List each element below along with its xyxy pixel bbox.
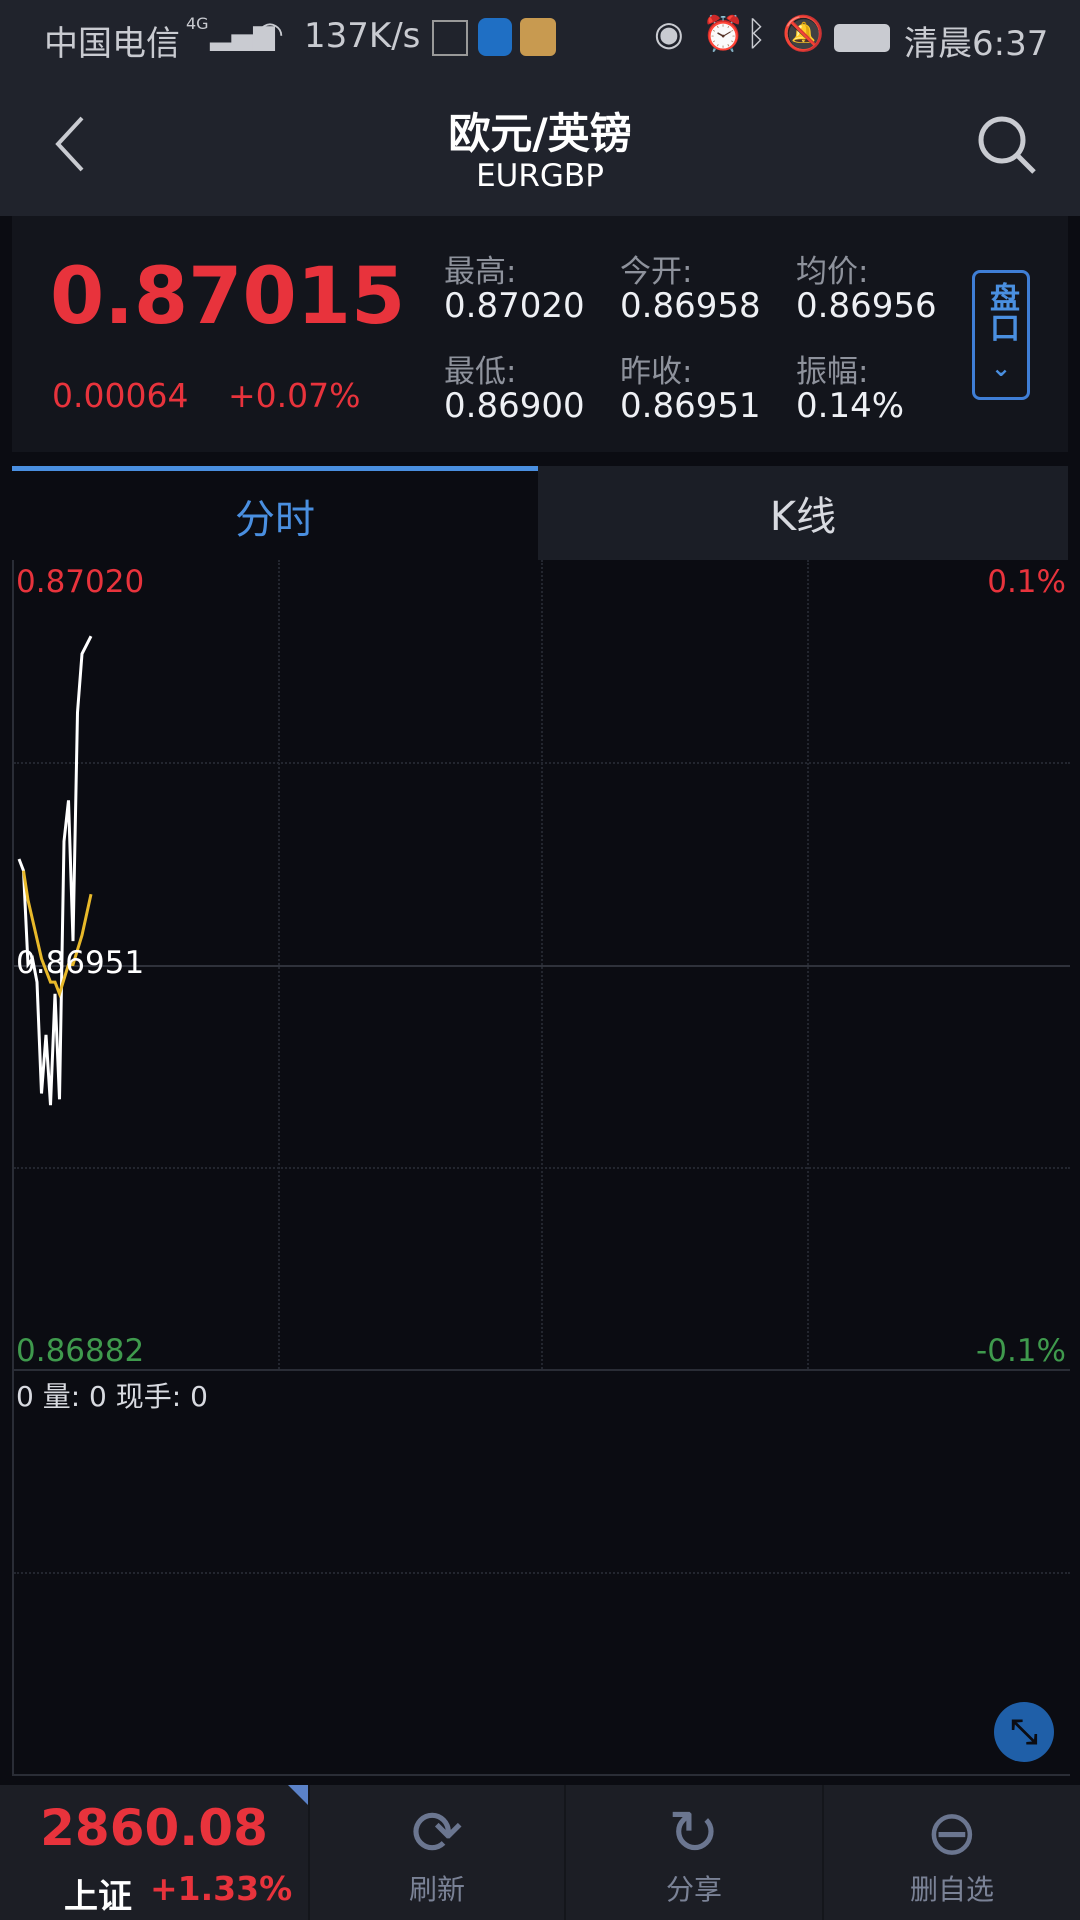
y-tick-mid: 0.86951 bbox=[16, 945, 145, 981]
price-plot bbox=[17, 635, 93, 1106]
fullscreen-icon[interactable]: ⤡ bbox=[994, 1702, 1054, 1762]
alarm-icon: ⏰ bbox=[702, 14, 745, 54]
remove-watchlist-label: 删自选 bbox=[909, 1872, 994, 1906]
stat-value-low: 0.86900 bbox=[444, 386, 585, 426]
order-book-button[interactable]: 盘口 ⌄ bbox=[972, 270, 1030, 400]
search-icon[interactable] bbox=[976, 114, 1040, 178]
tab-intraday[interactable]: 分时 bbox=[12, 466, 538, 560]
y-tick-top: 0.87020 bbox=[16, 564, 145, 600]
battery-icon bbox=[834, 24, 890, 52]
y-tick-bottom: 0.86882 bbox=[16, 1333, 145, 1369]
price-line bbox=[17, 635, 93, 1106]
index-name: 上证 bbox=[64, 1877, 132, 1917]
grid-line bbox=[14, 1572, 1070, 1574]
refresh-label: 刷新 bbox=[408, 1872, 465, 1906]
remove-icon: ⊖ bbox=[926, 1795, 978, 1869]
stat-value-amplitude: 0.14% bbox=[796, 386, 905, 426]
app-icon bbox=[520, 18, 556, 56]
symbol-code: EURGBP bbox=[476, 158, 604, 194]
stat-label-prev-close: 昨收: bbox=[620, 354, 693, 390]
refresh-icon: ⟳ bbox=[411, 1795, 463, 1869]
header: 欧元/英镑 EURGBP bbox=[0, 76, 1080, 216]
quote-panel: 0.87015 0.00064 +0.07% 最高: 0.87020 今开: 0… bbox=[12, 216, 1068, 452]
carrier: 中国电信 bbox=[44, 24, 180, 64]
shield-app-icon bbox=[478, 18, 512, 56]
intraday-chart: 0.87020 0.86951 0.86882 0.1% -0.1% 0 量: … bbox=[12, 560, 1070, 1776]
tab-bar: 分时 K线 bbox=[12, 466, 1068, 560]
share-label: 分享 bbox=[665, 1872, 722, 1906]
stat-label-high: 最高: bbox=[444, 254, 517, 290]
share-icon: ↻ bbox=[668, 1795, 720, 1869]
stat-value-prev-close: 0.86951 bbox=[620, 386, 761, 426]
share-button[interactable]: ↻ 分享 bbox=[564, 1785, 822, 1920]
stat-label-open: 今开: bbox=[620, 254, 693, 290]
index-change: +1.33% bbox=[150, 1869, 293, 1908]
last-price: 0.87015 bbox=[50, 252, 406, 342]
wifi-icon: ◠ bbox=[256, 14, 284, 52]
stat-label-avg: 均价: bbox=[796, 254, 869, 290]
remove-watchlist-button[interactable]: ⊖ 删自选 bbox=[822, 1785, 1080, 1920]
chart-bottom-border bbox=[14, 1774, 1070, 1776]
page-title: 欧元/英镑 bbox=[448, 109, 632, 158]
price-change: 0.00064 bbox=[52, 376, 189, 415]
chart-divider bbox=[14, 1369, 1070, 1371]
volume-info: 0 量: 0 现手: 0 bbox=[16, 1380, 208, 1413]
mute-icon: 🔕 bbox=[782, 14, 825, 54]
bottom-bar: 2860.08 上证 +1.33% ⟳ 刷新 ↻ 分享 ⊖ 删自选 bbox=[0, 1785, 1080, 1920]
clock: 清晨6:37 bbox=[904, 24, 1049, 64]
pct-tick-top: 0.1% bbox=[987, 564, 1066, 600]
tab-kline-label: K线 bbox=[769, 494, 837, 540]
stat-value-high: 0.87020 bbox=[444, 286, 585, 326]
stat-label-amplitude: 振幅: bbox=[796, 354, 869, 390]
net-speed: 137K/s bbox=[304, 16, 421, 56]
status-bar: 中国电信 4G ▂▄▆ ◠ 137K/s ◉ ⏰ ᛒ 🔕 清晨6:37 bbox=[0, 0, 1080, 76]
bluetooth-icon: ᛒ bbox=[746, 14, 767, 54]
tab-kline[interactable]: K线 bbox=[538, 466, 1068, 560]
stat-value-open: 0.86958 bbox=[620, 286, 761, 326]
index-value: 2860.08 bbox=[40, 1799, 268, 1857]
eye-icon: ◉ bbox=[654, 14, 684, 54]
news-app-icon bbox=[432, 20, 468, 56]
pct-tick-bottom: -0.1% bbox=[976, 1333, 1066, 1369]
corner-marker-icon bbox=[288, 1785, 308, 1805]
refresh-button[interactable]: ⟳ 刷新 bbox=[308, 1785, 564, 1920]
stat-value-avg: 0.86956 bbox=[796, 286, 937, 326]
order-book-label: 盘口 bbox=[984, 282, 1019, 342]
index-ticker[interactable]: 2860.08 上证 +1.33% bbox=[0, 1785, 308, 1920]
stat-label-low: 最低: bbox=[444, 354, 517, 390]
network-type: 4G bbox=[186, 14, 209, 33]
price-change-pct: +0.07% bbox=[228, 376, 361, 415]
tab-intraday-label: 分时 bbox=[235, 496, 315, 543]
chevron-down-icon: ⌄ bbox=[990, 354, 1012, 382]
